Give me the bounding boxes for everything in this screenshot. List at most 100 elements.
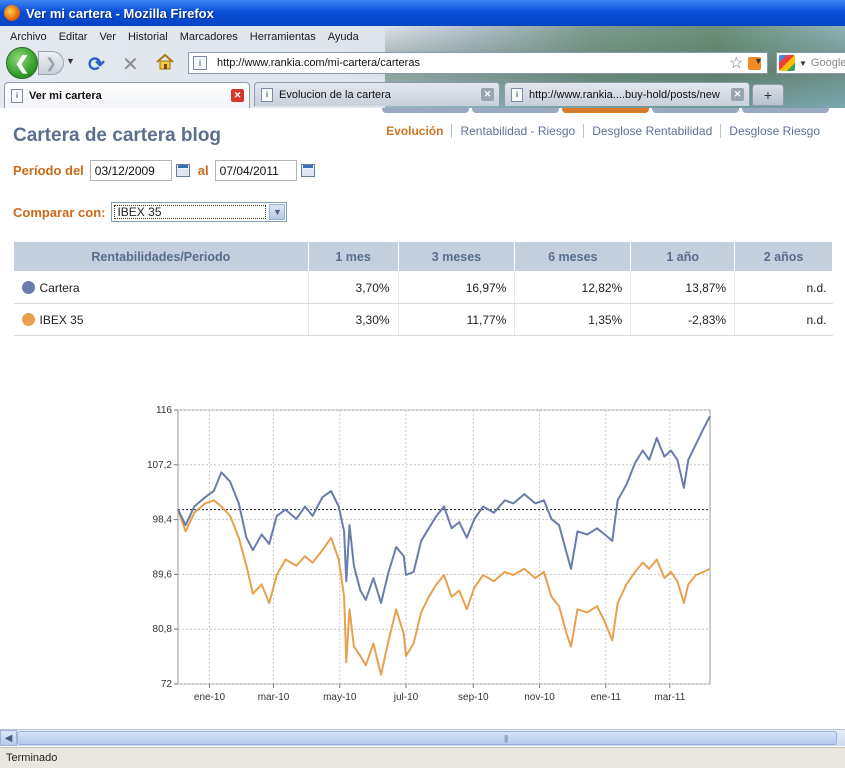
table-header-row: Rentabilidades/Periodo 1 mes 3 meses 6 m… [13, 241, 833, 272]
menu-marcadores[interactable]: Marcadores [174, 28, 244, 46]
menu-ayuda[interactable]: Ayuda [322, 28, 365, 46]
site-tab-strip[interactable] [652, 108, 739, 113]
close-tab-icon[interactable]: ✕ [731, 88, 744, 101]
reload-icon[interactable]: ⟳ [88, 52, 105, 77]
y-tick-label: 89,6 [153, 569, 173, 580]
search-box[interactable]: ▼ Google [776, 52, 845, 74]
firefox-logo-icon [4, 5, 20, 21]
table-cell: 16,97% [397, 271, 515, 304]
row-name-cell: Cartera [13, 271, 309, 304]
url-text[interactable]: http://www.rankia.com/mi-cartera/cartera… [217, 57, 420, 69]
site-identity-icon[interactable]: i [193, 56, 207, 70]
compare-selector: Comparar con: IBEX 35 ▼ [13, 202, 288, 222]
stop-icon[interactable]: ✕ [122, 52, 139, 77]
search-placeholder[interactable]: Google [811, 57, 845, 69]
column-header: 3 meses [397, 241, 516, 272]
column-header: 2 años [734, 241, 833, 272]
tab-rankia-posts-new[interactable]: i http://www.rankia....buy-hold/posts/ne… [504, 82, 750, 106]
page-content: Cartera de cartera blog Evolución Rentab… [0, 108, 845, 728]
google-search-engine-icon[interactable] [779, 55, 795, 71]
menu-bar: Archivo Editar Ver Historial Marcadores … [0, 28, 365, 46]
compare-selected-value[interactable]: IBEX 35 [114, 205, 267, 219]
x-tick-label: mar-11 [654, 692, 685, 703]
window-title: Ver mi cartera - Mozilla Firefox [26, 5, 214, 21]
chevron-down-icon[interactable]: ▼ [269, 204, 286, 220]
status-bar: Terminado [0, 747, 845, 768]
table-cell: 11,77% [397, 303, 515, 336]
plot-area [177, 409, 711, 685]
table-cell: n.d. [734, 271, 833, 304]
period-label: Período del [13, 163, 84, 178]
column-header: Rentabilidades/Periodo [13, 241, 309, 272]
series-dot-icon [21, 312, 35, 326]
site-tab-strip-active[interactable] [562, 108, 649, 113]
tab-ver-mi-cartera[interactable]: i Ver mi cartera ✕ [4, 82, 250, 108]
view-desglose-riesgo-link[interactable]: Desglose Riesgo [720, 124, 828, 138]
address-bar[interactable]: i http://www.rankia.com/mi-cartera/carte… [188, 52, 768, 74]
tab-label: http://www.rankia....buy-hold/posts/new [529, 88, 720, 101]
history-dropdown-icon[interactable]: ▼ [66, 56, 75, 66]
back-button[interactable]: ❮ [6, 47, 38, 79]
tab-label: Ver mi cartera [29, 89, 102, 102]
series-dot-icon [21, 280, 35, 294]
new-tab-button[interactable]: + [752, 84, 784, 106]
date-to-input[interactable] [214, 160, 297, 181]
scrollbar-thumb[interactable]: ||| [17, 731, 837, 745]
scrollbar-grip-icon: ||| [504, 734, 508, 743]
status-text: Terminado [6, 752, 58, 764]
table-row: Cartera 3,70% 16,97% 12,82% 13,87% n.d. [13, 271, 833, 304]
calendar-icon[interactable] [175, 164, 190, 177]
menu-editar[interactable]: Editar [53, 28, 94, 46]
view-desglose-rentabilidad-link[interactable]: Desglose Rentabilidad [583, 124, 720, 138]
x-tick-label: sep-10 [458, 692, 489, 703]
close-tab-icon[interactable]: ✕ [231, 89, 244, 102]
y-tick-label: 98,4 [153, 515, 173, 526]
menu-ver[interactable]: Ver [93, 28, 122, 46]
table-cell: 3,30% [307, 303, 399, 336]
y-tick-label: 72 [161, 679, 173, 690]
column-header: 6 meses [514, 241, 632, 272]
y-tick-label: 80,8 [153, 624, 173, 635]
table-cell: 12,82% [514, 271, 631, 304]
x-tick-label: ene-11 [591, 692, 622, 703]
x-tick-label: mar-10 [258, 692, 290, 703]
page-icon: i [11, 88, 23, 103]
view-evolucion-link[interactable]: Evolución [378, 124, 451, 138]
search-engine-dropdown-icon[interactable]: ▼ [799, 59, 807, 68]
tab-evolucion-cartera[interactable]: i Evolucion de la cartera ✕ [254, 82, 500, 106]
scroll-left-arrow-icon[interactable]: ◀ [0, 730, 17, 746]
date-from-input[interactable] [89, 160, 172, 181]
x-tick-label: nov-10 [524, 692, 555, 703]
forward-arrow-icon: ❯ [45, 54, 57, 71]
table-cell: 3,70% [307, 271, 399, 304]
calendar-icon[interactable] [300, 164, 315, 177]
horizontal-scrollbar[interactable]: ◀ ||| [0, 729, 845, 746]
site-tab-strip[interactable] [472, 108, 559, 113]
page-title: Cartera de cartera blog [13, 125, 222, 146]
table-cell: -2,83% [630, 303, 735, 336]
site-tab-strip[interactable] [382, 108, 469, 113]
y-tick-label: 107,2 [147, 460, 172, 471]
url-history-dropdown-icon[interactable]: ▼ [754, 56, 763, 66]
forward-button[interactable]: ❯ [38, 51, 64, 75]
date-to-label: al [197, 163, 209, 178]
x-tick-label: ene-10 [194, 692, 226, 703]
returns-table: Rentabilidades/Periodo 1 mes 3 meses 6 m… [13, 241, 833, 336]
menu-archivo[interactable]: Archivo [4, 28, 53, 46]
view-rentabilidad-riesgo-link[interactable]: Rentabilidad - Riesgo [451, 124, 583, 138]
home-icon[interactable] [155, 52, 175, 72]
window-titlebar: Ver mi cartera - Mozilla Firefox [0, 0, 845, 26]
page-icon: i [261, 87, 273, 102]
evolution-chart-svg: ene-10 mar-10 may-10 jul-10 sep-10 nov-10 ene-… [147, 405, 711, 703]
menu-historial[interactable]: Historial [122, 28, 174, 46]
compare-select[interactable]: IBEX 35 ▼ [111, 202, 288, 222]
x-tick-label: jul-10 [393, 692, 419, 703]
navigation-bar: ❮ ❯ ▼ ⟳ ✕ i http://www.rankia.com/mi-car… [0, 46, 845, 80]
y-tick-label: 116 [156, 405, 172, 416]
menu-herramientas[interactable]: Herramientas [244, 28, 322, 46]
close-tab-icon[interactable]: ✕ [481, 88, 494, 101]
view-selector: Evolución Rentabilidad - Riesgo Desglose… [378, 124, 828, 138]
bookmark-star-icon[interactable]: ☆ [729, 53, 743, 73]
row-name: IBEX 35 [39, 312, 84, 327]
site-tab-strip[interactable] [742, 108, 829, 113]
